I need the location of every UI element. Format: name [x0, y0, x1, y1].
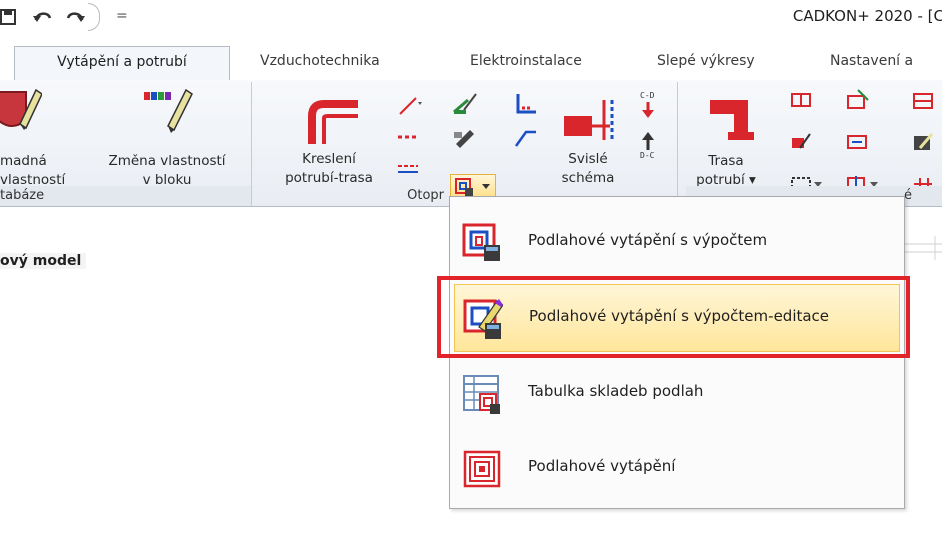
tab-slepe-vykresy[interactable]: Slepé výkresy: [657, 46, 755, 80]
pipe-elbow-icon: [710, 100, 754, 140]
drawing-lines: [905, 236, 942, 260]
floor-table-icon: [463, 375, 500, 414]
pipe-connect-icon[interactable]: [846, 132, 868, 152]
svisle-schema-button[interactable]: Svislé schéma: [548, 150, 628, 188]
pencil-tool-icon[interactable]: [452, 126, 476, 148]
window-title: CADKON+ 2020 - [C: [792, 7, 942, 25]
hromadna-zmena-button[interactable]: madná vlastností: [0, 152, 65, 190]
pipe-slope-icon[interactable]: [512, 126, 538, 150]
floor-heating-calc-icon: [462, 223, 500, 261]
menu-item-label: Tabulka skladeb podlah: [528, 382, 704, 400]
highlight-callout-box: [437, 276, 910, 358]
object-edit-icon[interactable]: [912, 132, 934, 154]
menu-item-label: Podlahové vytápění s výpočtem: [528, 231, 768, 249]
tab-nastaveni[interactable]: Nastavení a: [830, 46, 913, 80]
tab-vzduchotechnika[interactable]: Vzduchotechnika: [260, 46, 380, 80]
floor-heating-dropdown-button[interactable]: [450, 174, 496, 198]
group-label: Otopr: [407, 188, 444, 203]
fitting-edit-icon[interactable]: [790, 132, 812, 152]
tab-elektroinstalace[interactable]: Elektroinstalace: [470, 46, 582, 80]
double-line-icon[interactable]: [396, 162, 420, 176]
pipe-route-icon: [308, 100, 358, 144]
undo-icon[interactable]: [30, 4, 56, 30]
ribbon-panel: madná vlastností Změna vlastností v blok…: [0, 80, 942, 207]
svg-text:D-C: D-C: [640, 151, 655, 160]
button-label-line1: Trasa: [708, 153, 744, 169]
block-properties-icon: [144, 88, 193, 133]
quick-access-menu-icon[interactable]: =: [116, 8, 128, 24]
valve-icon[interactable]: [790, 90, 812, 110]
menu-item-podlahove-vytapeni-s-vypoctem[interactable]: Podlahové vytápění s výpočtem: [454, 209, 900, 277]
dashed-line-icon[interactable]: [396, 130, 420, 144]
menu-item-label: Podlahové vytápění: [528, 457, 676, 475]
save-icon[interactable]: [0, 4, 22, 30]
button-label-line1: Kreslení: [302, 151, 356, 167]
zmena-vlastnosti-v-bloku-button[interactable]: Změna vlastností v bloku: [92, 152, 242, 190]
svg-text:C-D: C-D: [640, 91, 655, 100]
pipe-corner-icon[interactable]: [512, 92, 538, 118]
vertical-scheme-icon: [564, 100, 614, 140]
title-bar: = CADKON+ 2020 - [C: [0, 0, 942, 36]
arrow-down-icon[interactable]: C-D: [638, 90, 658, 120]
arrow-up-icon[interactable]: D-C: [638, 130, 658, 160]
radiator-icon[interactable]: [846, 88, 870, 112]
menu-item-podlahove-vytapeni[interactable]: Podlahové vytápění: [454, 435, 900, 503]
chevron-down-icon: [482, 184, 490, 189]
redo-icon[interactable]: [62, 4, 88, 30]
floor-heating-small-icon: [455, 178, 473, 196]
ribbon-tabs: Vytápění a potrubí Vzduchotechnika Elekt…: [0, 36, 942, 80]
menu-item-tabulka-skladeb-podlah[interactable]: Tabulka skladeb podlah: [454, 360, 900, 428]
ribbon-group-otopne: Kreslení potrubí-trasa Svislé schéma C-D…: [260, 82, 678, 206]
button-label-line1: Změna vlastností: [108, 153, 226, 169]
button-label-line1: Svislé: [568, 151, 608, 167]
line-tool-icon[interactable]: [396, 94, 422, 116]
kresleni-potrubi-trasa-button[interactable]: Kreslení potrubí-trasa: [268, 150, 390, 188]
properties-edit-icon: [0, 88, 42, 130]
pipe-edit-icon[interactable]: [452, 92, 478, 116]
group-label: tabáze: [0, 186, 251, 206]
heater-icon[interactable]: [912, 90, 934, 112]
tab-vytapeni-a-potrubi[interactable]: Vytápění a potrubí: [14, 46, 230, 80]
trasa-potrubi-button[interactable]: Trasa potrubí ▾: [686, 152, 766, 190]
model-tab-label[interactable]: ový model: [0, 253, 87, 269]
button-label-line2: schéma: [561, 170, 615, 186]
group-label: é: [904, 186, 942, 206]
button-label-line1: madná: [0, 153, 47, 169]
floor-heating-icon: [463, 450, 501, 488]
ribbon-group-trasa: Trasa potrubí ▾ é: [686, 82, 942, 206]
quick-access-frame: [88, 3, 100, 31]
ribbon-group-databaze: madná vlastností Změna vlastností v blok…: [0, 82, 252, 206]
